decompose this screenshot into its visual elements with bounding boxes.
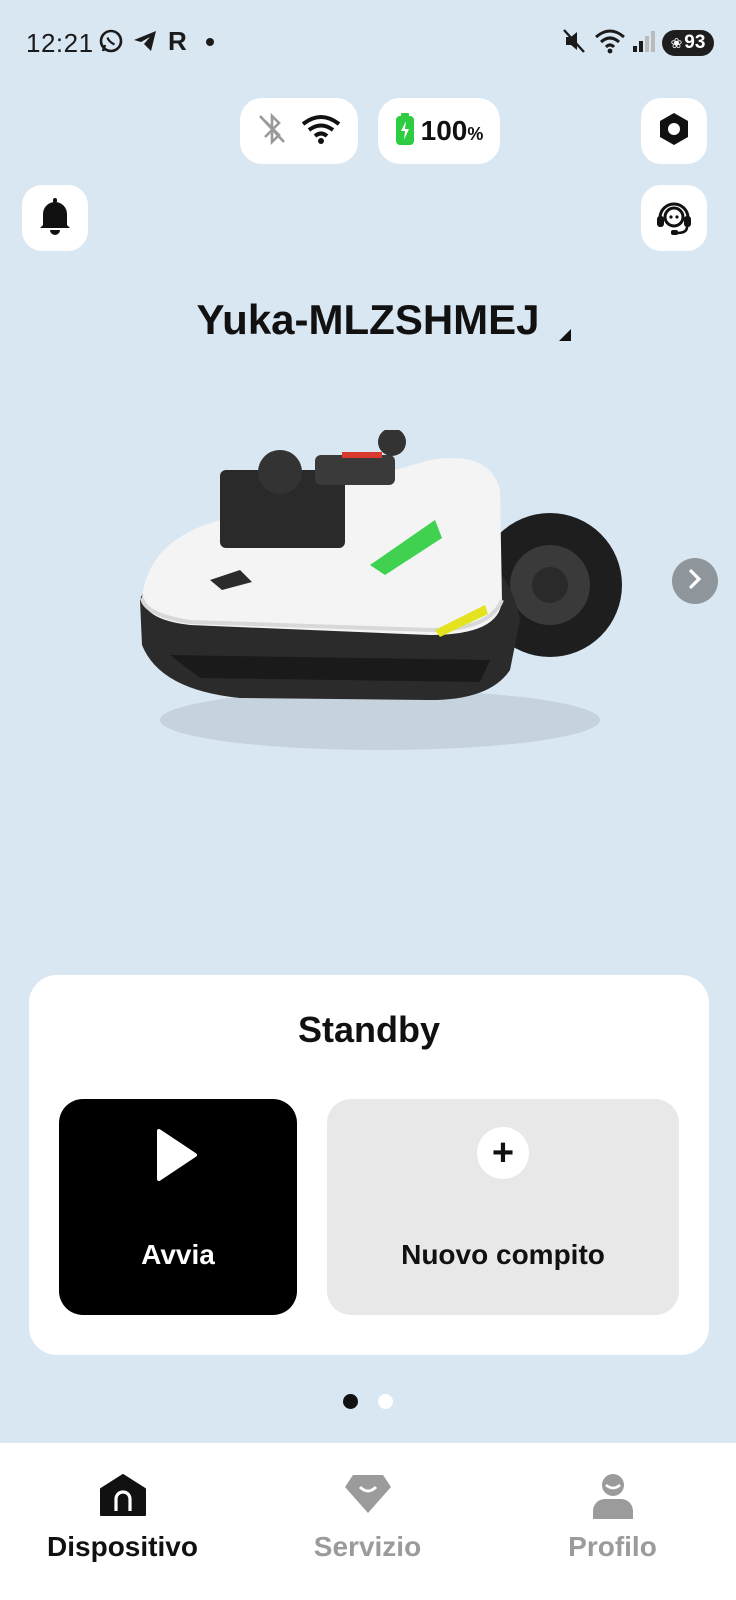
- nav-device[interactable]: Dispositivo: [0, 1443, 245, 1600]
- nav-device-label: Dispositivo: [47, 1531, 198, 1562]
- customer-support-button[interactable]: [641, 185, 707, 251]
- page-dot[interactable]: [378, 1394, 393, 1409]
- diamond-icon: [343, 1473, 393, 1520]
- status-card: Standby Avvia + Nuovo compito: [29, 975, 709, 1355]
- device-name[interactable]: Yuka-MLZSHMEJ: [0, 296, 736, 344]
- whatsapp-icon: [98, 28, 124, 59]
- signal-icon: [632, 28, 656, 59]
- bluetooth-off-icon: [257, 112, 287, 151]
- new-task-button[interactable]: + Nuovo compito: [327, 1099, 679, 1315]
- mute-icon: [562, 28, 586, 59]
- connection-status-chip[interactable]: [240, 98, 358, 164]
- device-selector-caret-icon[interactable]: [558, 328, 572, 347]
- bottom-navigation: Dispositivo Servizio Profilo: [0, 1443, 736, 1600]
- start-label: Avvia: [141, 1239, 215, 1270]
- start-button[interactable]: Avvia: [59, 1099, 297, 1315]
- notification-dot: [206, 38, 214, 46]
- status-carrier-letter: R: [168, 26, 187, 56]
- mower-battery-chip: 100%: [378, 98, 500, 164]
- chevron-right-icon: [686, 568, 704, 595]
- mower-battery-percent: 100: [420, 115, 468, 146]
- mower-status: Standby: [297, 1009, 440, 1050]
- bell-icon: [37, 197, 73, 240]
- status-battery-level: 93: [684, 32, 706, 53]
- page-dot-active[interactable]: [343, 1394, 358, 1409]
- headset-icon: [654, 196, 694, 241]
- notifications-button[interactable]: [22, 185, 88, 251]
- hexagon-settings-icon: [656, 111, 692, 152]
- next-device-button[interactable]: [672, 558, 718, 604]
- status-battery: ❀ 93: [662, 30, 714, 56]
- settings-button[interactable]: [641, 98, 707, 164]
- telegram-icon: [132, 28, 158, 59]
- nav-profile[interactable]: Profilo: [490, 1443, 735, 1600]
- profile-icon: [590, 1473, 636, 1526]
- nav-profile-label: Profilo: [568, 1531, 657, 1562]
- wifi-icon: [301, 114, 341, 149]
- nav-service-label: Servizio: [313, 1531, 422, 1562]
- new-task-label: Nuovo compito: [401, 1239, 605, 1270]
- wifi-icon: [594, 28, 626, 59]
- home-icon: [99, 1473, 147, 1522]
- mower-battery-unit: %: [467, 124, 484, 144]
- battery-charging-icon: [395, 112, 415, 151]
- robot-mower-image: [130, 428, 630, 770]
- status-bar: 12:21 R ❀ 93: [0, 0, 736, 84]
- nav-service[interactable]: Servizio: [245, 1443, 490, 1600]
- leaf-icon: ❀: [670, 34, 683, 51]
- page-indicator: [0, 1394, 736, 1409]
- plus-icon: +: [477, 1127, 529, 1179]
- play-icon: [155, 1129, 199, 1186]
- status-time: 12:21: [26, 28, 94, 58]
